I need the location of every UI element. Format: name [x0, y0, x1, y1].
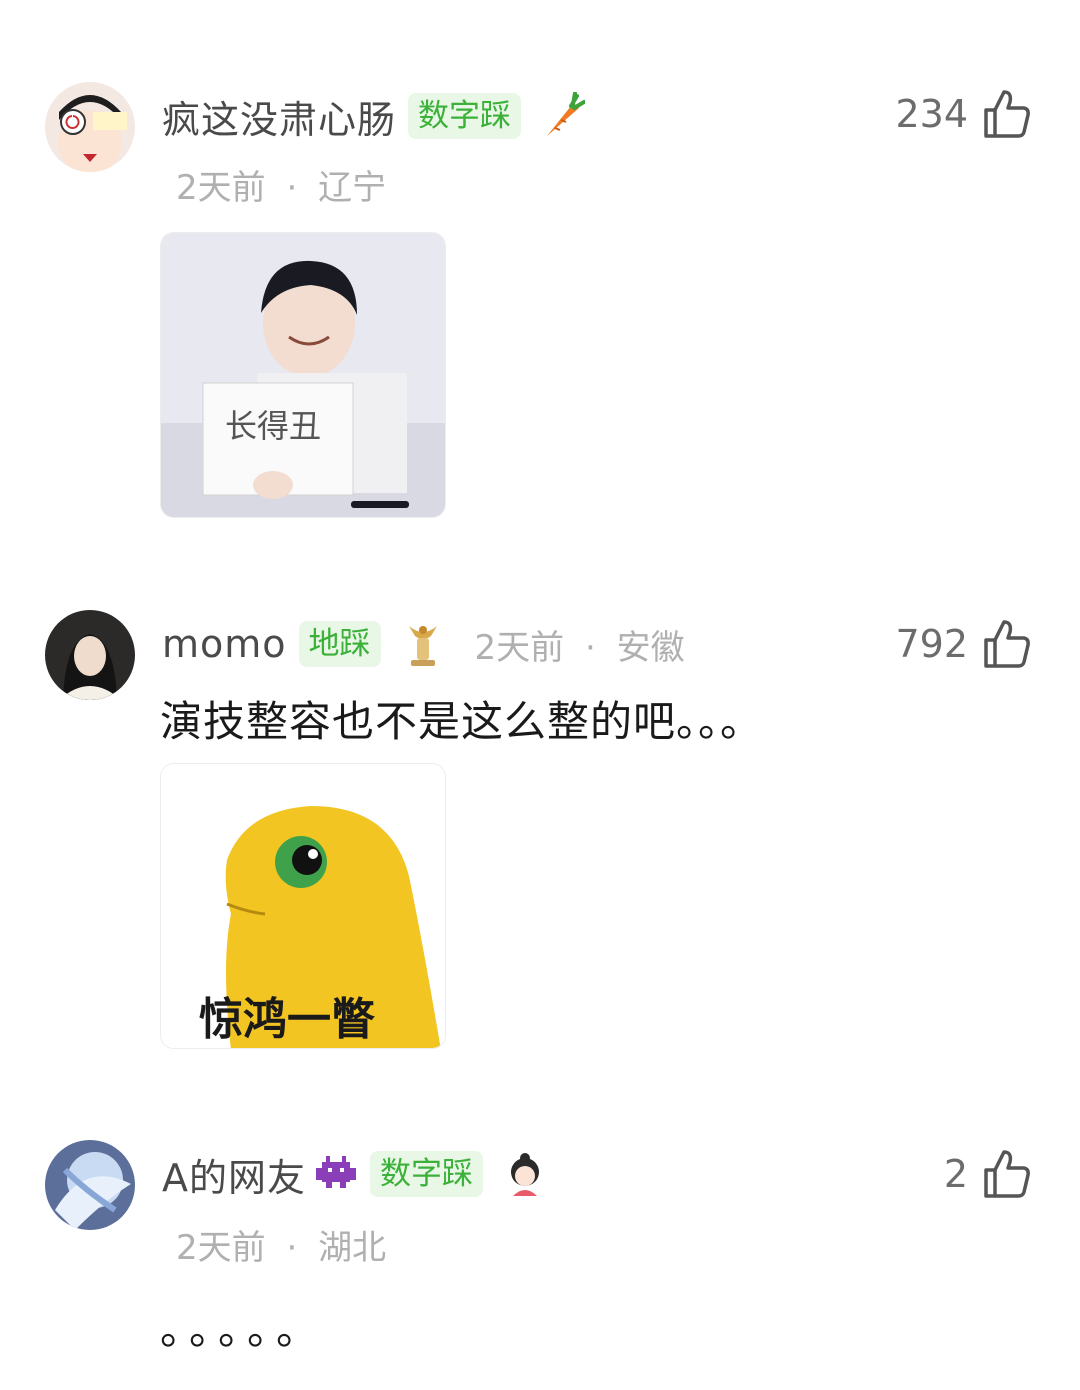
alien-icon — [314, 1150, 358, 1198]
level-badge: 数字踩 — [370, 1151, 483, 1197]
comment-time: 2天前 — [176, 1228, 266, 1268]
comment-location: 湖北 — [318, 1228, 387, 1268]
meta-separator: · — [286, 1228, 298, 1268]
avatar[interactable] — [45, 1140, 135, 1230]
comment-text: 。。。。。 — [160, 1305, 327, 1354]
comment-item: A的网友 数字踩 2 2天前 · 湖北 。。。。。 — [0, 0, 1080, 1390]
girl-sticker-icon — [503, 1150, 547, 1198]
thumbs-up-icon[interactable] — [982, 1148, 1032, 1200]
username[interactable]: A的网友 — [162, 1147, 306, 1202]
like-count: 2 — [943, 1152, 968, 1196]
like-control[interactable]: 2 — [944, 1144, 1032, 1204]
comment-meta: 2天前 · 湖北 — [176, 1220, 386, 1269]
name-row: A的网友 数字踩 — [162, 1144, 547, 1204]
avatar-image — [45, 1140, 135, 1230]
